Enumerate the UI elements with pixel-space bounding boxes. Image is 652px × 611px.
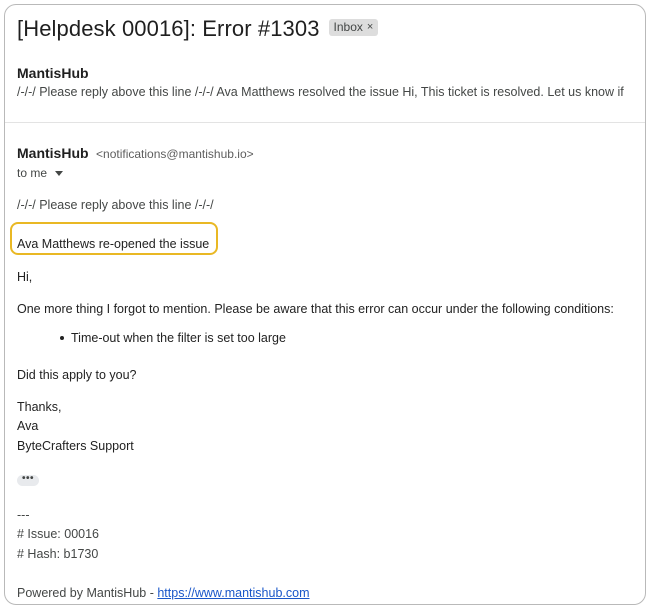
message-divider: [5, 122, 645, 123]
list-item: Time-out when the filter is set too larg…: [60, 331, 286, 345]
signature-name: Ava: [17, 419, 39, 433]
sender-name[interactable]: MantisHub: [17, 145, 89, 161]
chevron-down-icon[interactable]: [55, 171, 64, 176]
email-subject: [Helpdesk 00016]: Error #1303: [17, 16, 320, 41]
collapsed-message-sender[interactable]: MantisHub: [17, 65, 89, 81]
body-paragraph: One more thing I forgot to mention. Plea…: [17, 302, 614, 316]
subject-row: [Helpdesk 00016]: Error #1303 Inbox ×: [17, 16, 379, 42]
recipient-text: to me: [17, 166, 48, 180]
remove-label-icon[interactable]: ×: [367, 21, 373, 33]
greeting: Hi,: [17, 270, 33, 284]
hash-line: # Hash: b1730: [17, 547, 99, 561]
separator-line: ---: [17, 508, 30, 522]
signature-org: ByteCrafters Support: [17, 439, 134, 453]
collapsed-message-snippet[interactable]: /-/-/ Please reply above this line /-/-/…: [17, 85, 645, 99]
recipient-details-toggle[interactable]: to me: [17, 166, 64, 180]
powered-by-text: Powered by MantisHub -: [17, 586, 158, 600]
reply-marker: /-/-/ Please reply above this line /-/-/: [17, 198, 214, 212]
list-item-text: Time-out when the filter is set too larg…: [71, 331, 286, 345]
inbox-label-chip[interactable]: Inbox ×: [328, 18, 379, 36]
inbox-label-text: Inbox: [333, 19, 363, 34]
show-trimmed-content-button[interactable]: •••: [17, 474, 39, 486]
bullet-icon: [60, 336, 64, 340]
sender-email: <notifications@mantishub.io>: [96, 147, 254, 161]
question-line: Did this apply to you?: [17, 368, 137, 382]
mantishub-link[interactable]: https://www.mantishub.com: [157, 586, 309, 600]
message-header: MantisHub <notifications@mantishub.io>: [17, 145, 254, 163]
powered-by-line: Powered by MantisHub - https://www.manti…: [17, 586, 310, 600]
event-line: Ava Matthews re-opened the issue: [17, 237, 210, 251]
issue-number-line: # Issue: 00016: [17, 527, 100, 541]
signoff-line: Thanks,: [17, 400, 62, 414]
email-view: [Helpdesk 00016]: Error #1303 Inbox × Ma…: [4, 4, 646, 605]
